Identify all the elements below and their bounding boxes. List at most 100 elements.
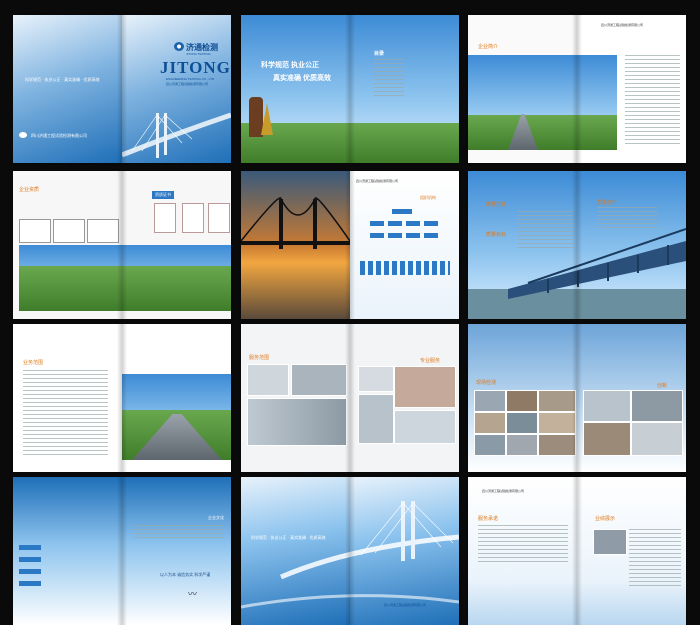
certificate-3 xyxy=(208,203,230,233)
field-photo-7 xyxy=(474,434,506,456)
brochure-spread-commitment: 四川济通工程试验检测有限公司 服务承诺 业绩展示 xyxy=(468,477,686,625)
profile-left-page: 企业简介 xyxy=(468,15,577,163)
culture-left-page xyxy=(13,477,122,625)
back-cover-page: 科学规范 · 执业公正 · 真实准确 · 优质高效 四川济通工程试验检测有限公司 xyxy=(13,15,122,163)
culture-item-2 xyxy=(19,557,41,562)
performance-text xyxy=(629,529,681,589)
header-company: 四川济通工程试验检测有限公司 xyxy=(482,489,525,493)
header-company: 四川济通工程试验检测有限公司 xyxy=(601,23,644,27)
field-heading: 现场检测 xyxy=(476,380,497,386)
highway-photo-continued xyxy=(577,55,617,150)
services-heading-right: 专业服务 xyxy=(420,358,441,364)
slogan-line2: 真实准确 优质高效 xyxy=(273,75,331,82)
org-node-row2 xyxy=(370,233,440,238)
brochure-spread-backcover: 科学规范 · 执业公正 · 真实准确 · 优质高效 四川济通工程试验检测有限公司 xyxy=(241,477,459,625)
field-photo-3 xyxy=(538,390,576,412)
brochure-spread-services: 服务范围 专业服务 xyxy=(241,324,459,472)
back-cover-tagline: 科学规范 · 执业公正 · 真实准确 · 优质高效 xyxy=(25,77,100,82)
interchange-photo-continued xyxy=(122,245,231,311)
brochure-spread-culture: 企业文化 以人为本 诚信务实 科学严谨 〰 xyxy=(13,477,231,625)
org-node-top xyxy=(392,209,412,214)
brand-name: JITONG xyxy=(160,58,231,77)
qualification-right-page: 资质证书 xyxy=(122,171,231,319)
field-photo-8 xyxy=(506,434,538,456)
field-right-page: ✈ 创新 xyxy=(577,324,686,472)
field-photo-4 xyxy=(474,412,506,434)
slogan-page: 科学规范 执业公正 真实准确 优质高效 xyxy=(241,15,350,163)
slogan-line1: 科学规范 执业公正 xyxy=(261,62,319,69)
tripod-icon xyxy=(261,103,273,135)
culture-item-4 xyxy=(19,581,41,586)
grassland-image xyxy=(350,123,459,163)
services-heading: 服务范围 xyxy=(249,355,270,361)
cert-subheading: 资质证书 xyxy=(152,191,174,199)
cert-placeholder-2 xyxy=(53,219,85,243)
lab-photo-1 xyxy=(247,364,289,396)
truss-bridge-photo xyxy=(468,228,686,319)
cert-placeholder-3 xyxy=(87,219,119,243)
section-heading: 企业资质 xyxy=(19,187,40,193)
performance-right-page: 业绩展示 xyxy=(577,477,686,625)
field-photo-13 xyxy=(631,422,683,456)
brochure-spread-field: 现场检测 ✈ 创新 xyxy=(468,324,686,472)
commitment-heading: 服务承诺 xyxy=(478,516,499,522)
business-text xyxy=(23,370,108,455)
org-node-row1 xyxy=(370,221,440,226)
culture-heading: 企业文化 xyxy=(208,515,224,520)
field-photo-9 xyxy=(538,434,576,456)
org-node-row3 xyxy=(360,261,450,275)
lab-photo-7 xyxy=(394,410,456,444)
services-right-page: 专业服务 xyxy=(350,324,459,472)
toc-title: 目录 xyxy=(374,51,385,57)
performance-photo xyxy=(593,529,627,555)
services-left-page: 服务范围 xyxy=(241,324,350,472)
field-photo-1 xyxy=(474,390,506,412)
company-small: 四川济通工程试验检测有限公司 xyxy=(166,82,209,86)
toc-page: 目录 xyxy=(350,15,459,163)
suspension-bridge-silhouette xyxy=(241,197,350,249)
commitment-left-page: 四川济通工程试验检测有限公司 服务承诺 xyxy=(468,477,577,625)
commitment-text xyxy=(478,525,568,565)
culture-right-page: 企业文化 以人为本 诚信务实 科学严谨 〰 xyxy=(122,477,231,625)
back-cover-company: 四川济通工程试验检测有限公司 xyxy=(31,133,87,138)
crane-birds-icon: 〰 xyxy=(188,589,198,599)
cert-placeholder-1 xyxy=(19,219,51,243)
profile-right-page: 四川济通工程试验检测有限公司 xyxy=(577,15,686,163)
logo-en-small: JITONG TESTING xyxy=(186,52,211,56)
field-left-page: 现场检测 xyxy=(468,324,577,472)
sunset-bridge-page xyxy=(241,171,350,319)
field-photo-5 xyxy=(506,412,538,434)
field-photo-11 xyxy=(631,390,683,422)
certificate-1 xyxy=(154,203,176,233)
brand-subtitle: ENGINEERING TESTING CO., LTD xyxy=(166,77,215,81)
business-heading: 业务范围 xyxy=(23,360,44,366)
culture-text xyxy=(134,525,224,541)
brochure-spread-business: 业务范围 xyxy=(13,324,231,472)
business-left-page: 业务范围 xyxy=(13,324,122,472)
lab-photo-6 xyxy=(358,394,394,444)
field-photo-10 xyxy=(583,390,631,422)
brochure-spread-profile: 企业简介 四川济通工程试验检测有限公司 xyxy=(468,15,686,163)
culture-slogan: 以人为本 诚信务实 科学严谨 xyxy=(160,572,211,577)
qualification-left-page: 企业资质 xyxy=(13,171,122,319)
header-company: 四川济通工程试验检测有限公司 xyxy=(356,179,399,183)
toc-list xyxy=(374,59,404,99)
business-right-page xyxy=(122,324,231,472)
brochure-spread-cover: 科学规范 · 执业公正 · 真实准确 · 优质高效 四川济通工程试验检测有限公司… xyxy=(13,15,231,163)
culture-item-3 xyxy=(19,569,41,574)
lab-photo-5 xyxy=(394,366,456,408)
brochure-spread-slogan: 科学规范 执业公正 真实准确 优质高效 目录 xyxy=(241,15,459,163)
cable-bridge-illustration xyxy=(241,501,459,609)
field-photo-6 xyxy=(538,412,576,434)
culture-item-1 xyxy=(19,545,41,550)
lab-photo-4 xyxy=(358,366,394,392)
lab-photo-3 xyxy=(247,398,347,446)
interchange-photo xyxy=(19,245,122,311)
innovation-heading: 创新 xyxy=(657,383,668,389)
brochure-spread-qualification: 企业资质 资质证书 xyxy=(13,171,231,319)
field-photo-2 xyxy=(506,390,538,412)
performance-heading: 业绩展示 xyxy=(595,516,616,522)
cover-bridge-illustration xyxy=(122,112,231,158)
profile-text-block xyxy=(625,55,680,145)
certificate-2 xyxy=(182,203,204,233)
